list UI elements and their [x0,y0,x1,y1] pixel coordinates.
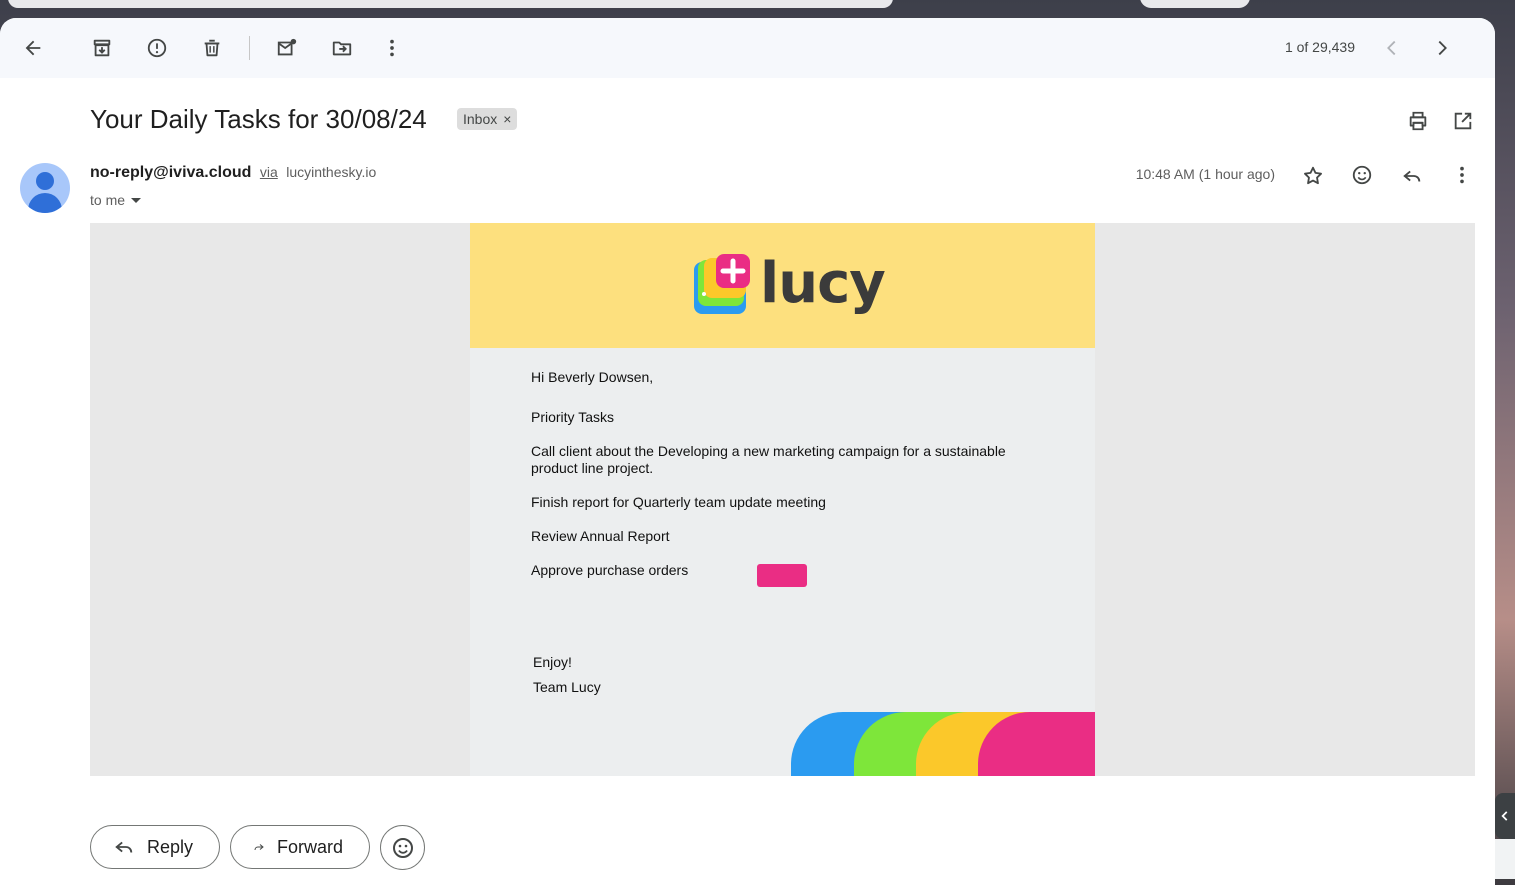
greeting: Hi Beverly Dowsen, [531,369,654,385]
older-button[interactable] [1428,34,1456,62]
email-subject: Your Daily Tasks for 30/08/24 [90,104,427,134]
reply-icon [115,841,133,853]
color-stripes-decoration [791,712,1095,776]
smiley-icon [392,837,413,858]
open-in-new-icon [1454,112,1472,130]
task-item: Approve purchase orders [531,562,689,578]
back-arrow-icon [25,40,41,56]
archive-button[interactable] [88,34,116,62]
move-to-button[interactable] [328,34,356,62]
sender-line: no-reply@iviva.cloud via lucyinthesky.io [90,164,376,182]
star-button[interactable] [1299,162,1327,190]
reply-button[interactable] [1398,162,1426,190]
message-toolbar: 1 of 29,439 [0,18,1495,78]
task-item: Review Annual Report [531,528,670,544]
pagination-count: 1 of 29,439 [1284,39,1355,55]
move-to-icon [332,41,352,56]
task-item: Call client about the Developing a new m… [531,443,1006,476]
inbox-label-chip[interactable]: Inbox × [457,108,518,130]
email-body: lucy Hi Beverly Dowsen, Priority Tasks C… [90,223,1475,776]
via-domain: lucyinthesky.io [286,164,377,180]
signoff: Enjoy! [533,654,572,670]
report-spam-icon [147,38,167,58]
recipient-text: to me [90,192,126,208]
sender-email[interactable]: no-reply@iviva.cloud [90,164,251,181]
message-timestamp: 10:48 AM (1 hour ago) [1135,166,1275,182]
forward-action-button[interactable]: Forward [230,825,370,869]
reply-icon [1403,170,1421,182]
side-panel-strip [1495,839,1515,879]
via-link[interactable]: via [260,164,278,180]
archive-icon [93,39,111,57]
avatar-body-shape [28,193,62,213]
side-panel-toggle[interactable] [1495,793,1515,839]
reply-label: Reply [146,836,193,857]
trash-icon [204,39,220,57]
star-icon [1304,166,1322,185]
more-vert-icon [1460,166,1464,184]
delete-button[interactable] [198,34,226,62]
lucy-wordmark: lucy [760,251,886,316]
chevron-right-icon [1438,40,1447,56]
mark-unread-icon [277,38,297,56]
reply-action-button[interactable]: Reply [90,825,220,869]
priority-heading: Priority Tasks [531,409,614,425]
back-button[interactable] [19,34,47,62]
mark-unread-button[interactable] [273,34,301,62]
chevron-left-icon [1501,811,1508,821]
brand-banner: lucy [470,223,1095,348]
report-spam-button[interactable] [143,34,171,62]
print-icon [1409,111,1427,131]
recipient-details-toggle[interactable]: to me [90,192,142,208]
emoji-reaction-button[interactable] [380,825,425,870]
newer-button[interactable] [1378,34,1406,62]
email-card: lucy Hi Beverly Dowsen, Priority Tasks C… [470,223,1095,776]
caret-down-icon [131,197,142,203]
avatar-head-shape [36,172,54,190]
mail-panel: 1 of 29,439 Your Daily Tasks for 30/08/2… [0,18,1495,885]
chevron-left-icon [1387,40,1396,56]
add-reaction-button[interactable] [1348,161,1376,189]
forward-icon [254,844,264,851]
sender-avatar[interactable] [20,163,70,213]
label-text: Inbox [463,111,498,127]
signature: Team Lucy [533,679,601,695]
toolbar-divider [249,36,250,60]
print-button[interactable] [1404,107,1432,135]
smiley-icon [1352,165,1372,185]
lucy-logo-icon [694,254,750,314]
more-vert-icon [390,39,394,57]
forward-label: Forward [276,836,343,857]
open-new-window-button[interactable] [1449,107,1477,135]
task-item: Finish report for Quarterly team update … [531,494,826,510]
approve-action-button[interactable] [757,564,807,587]
browser-background-pill [1140,0,1250,8]
more-options-button[interactable] [378,34,406,62]
browser-background-bar [8,0,893,8]
message-more-button[interactable] [1448,161,1476,189]
remove-label-button[interactable]: × [503,111,511,127]
